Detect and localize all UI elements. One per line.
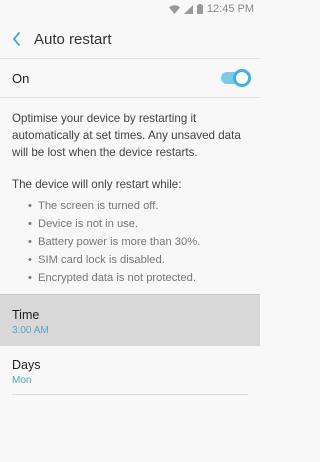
condition-item: • Device is not in use. bbox=[28, 218, 139, 230]
auto-restart-switch[interactable] bbox=[221, 69, 251, 87]
description-text: Optimise your device by restarting it au… bbox=[12, 112, 241, 159]
toggle-label: On bbox=[12, 70, 30, 86]
battery-icon bbox=[196, 4, 203, 14]
days-setting-row[interactable]: Days Mon bbox=[0, 348, 260, 394]
conditions-list: • The screen is turned off. • Device is no… bbox=[28, 197, 254, 287]
app-bar: Auto restart bbox=[0, 20, 260, 58]
master-toggle-row[interactable]: On bbox=[0, 58, 260, 98]
page-title: Auto restart bbox=[34, 30, 112, 48]
condition-item: • SIM card lock is disabled. bbox=[28, 254, 165, 266]
days-value: Mon bbox=[12, 375, 32, 386]
signal-icon bbox=[183, 4, 193, 14]
back-button[interactable] bbox=[2, 20, 32, 58]
condition-item: • Encrypted data is not protected. bbox=[28, 272, 196, 284]
divider bbox=[12, 394, 248, 395]
days-label: Days bbox=[12, 358, 41, 372]
switch-knob bbox=[233, 69, 251, 87]
status-bar: 12:45 PM bbox=[0, 0, 260, 18]
condition-item: • The screen is turned off. bbox=[28, 200, 159, 212]
wifi-icon bbox=[168, 4, 180, 14]
condition-item: • Battery power is more than 30%. bbox=[28, 236, 201, 248]
time-label: Time bbox=[12, 308, 40, 322]
time-value: 3:00 AM bbox=[12, 325, 49, 336]
back-arrow-icon bbox=[13, 32, 20, 46]
time-setting-row[interactable]: Time 3:00 AM bbox=[0, 294, 260, 346]
status-time: 12:45 PM bbox=[206, 3, 254, 15]
conditions-heading: The device will only restart while: bbox=[12, 178, 182, 191]
